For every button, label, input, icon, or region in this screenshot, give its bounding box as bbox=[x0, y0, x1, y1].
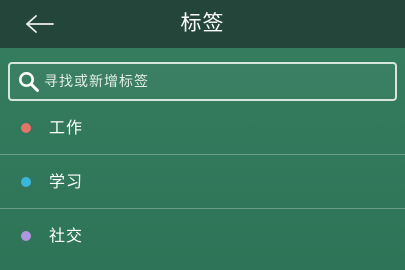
tag-color-dot bbox=[21, 231, 31, 241]
main-content: 工作 学习 社交 bbox=[0, 48, 405, 270]
tag-item-social[interactable]: 社交 bbox=[0, 209, 405, 263]
tag-color-dot bbox=[21, 177, 31, 187]
page-title: 标签 bbox=[180, 11, 225, 35]
search-input[interactable] bbox=[44, 64, 384, 99]
tag-label: 学习 bbox=[49, 172, 84, 191]
tag-label: 社交 bbox=[49, 226, 84, 245]
search-icon bbox=[19, 72, 39, 92]
tag-color-dot bbox=[21, 123, 31, 133]
tag-item-work[interactable]: 工作 bbox=[0, 101, 405, 155]
tag-label: 工作 bbox=[49, 118, 84, 137]
tag-item-study[interactable]: 学习 bbox=[0, 155, 405, 209]
app-header: 标签 bbox=[0, 0, 405, 48]
tag-list: 工作 学习 社交 bbox=[0, 101, 405, 263]
search-box[interactable] bbox=[8, 62, 397, 101]
